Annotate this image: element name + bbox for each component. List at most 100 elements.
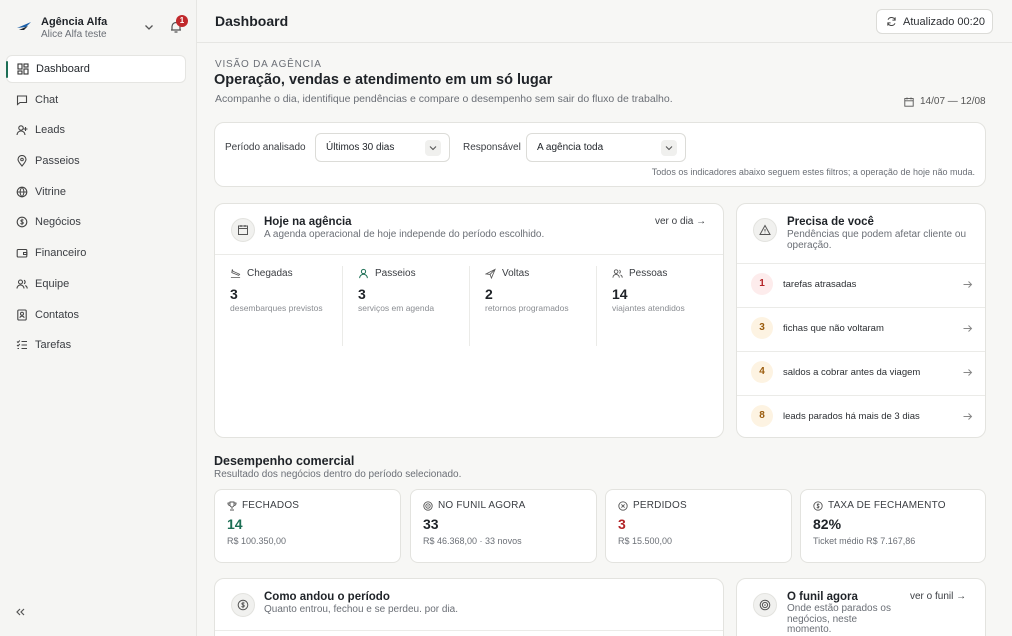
chevron-down-icon [661,140,677,156]
stat-label: Voltas [485,268,529,279]
refresh-label: Atualizado 00:20 [903,15,985,28]
filters-panel: Período analisado Últimos 30 dias Respon… [214,122,986,187]
stat-desc: serviços em agenda [358,303,435,313]
arrow-right-icon [963,369,973,376]
stat-desc: desembarques previstos [230,303,323,313]
kpi-value: 33 [423,516,439,532]
sidebar-item-label: Negócios [35,216,81,229]
users-icon [16,279,28,289]
period-value: Últimos 30 dias [326,142,395,153]
task-count: 8 [751,405,773,427]
dollar-icon [813,500,823,511]
agency-logo-icon [17,22,31,30]
task-row-balances[interactable]: 4 saldos a cobrar antes da viagem [737,351,985,395]
stat-value: 3 [230,286,238,302]
sidebar-item-label: Vitrine [35,185,66,198]
stat-label: Chegadas [230,268,293,279]
stat-desc: retornos programados [485,303,569,313]
kpi-label: PERDIDOS [618,500,687,511]
x-circle-icon [618,500,628,511]
chevron-down-icon[interactable] [143,21,155,33]
stat-returns: Voltas 2 retornos programados [469,266,596,346]
collapse-sidebar-icon[interactable] [14,606,26,618]
user-name: Alice Alfa teste [41,29,107,40]
sidebar-item-equipe[interactable]: Equipe [6,270,186,298]
today-card: Hoje na agência A agenda operacional de … [214,203,724,438]
top-bar: Dashboard Atualizado 00:20 [197,0,1012,43]
warning-icon [753,218,777,242]
kpi-funnel[interactable]: NO FUNIL AGORA 33 R$ 46.368,00 · 33 novo… [410,489,597,563]
sidebar-item-negocios[interactable]: Negócios [6,208,186,236]
task-row-overdue[interactable]: 1 tarefas atrasadas [737,263,985,307]
owner-value: A agência toda [537,142,604,153]
date-range-text: 14/07 — 12/08 [920,96,986,107]
task-count: 4 [751,361,773,383]
performance-subtitle: Resultado dos negócios dentro do período… [214,469,462,480]
globe-icon [16,186,28,198]
kpi-sub: R$ 15.500,00 [618,536,673,546]
chevron-down-icon [425,140,441,156]
stat-arrivals: Chegadas 3 desembarques previstos [215,266,342,346]
agency-name: Agência Alfa [41,16,108,28]
sidebar-item-passeios[interactable]: Passeios [6,147,186,175]
sidebar-item-label: Tarefas [35,339,72,352]
funnel-card: O funil agora Onde estão parados os negó… [736,578,986,636]
stat-label: Pessoas [612,268,667,279]
kpi-value: 14 [227,516,243,532]
task-row-forms[interactable]: 3 fichas que não voltaram [737,307,985,351]
divider [215,630,723,631]
divider [215,254,723,255]
contacts-icon [17,308,27,321]
today-subtitle: A agenda operacional de hoje independe d… [264,229,545,240]
task-count: 1 [751,273,773,295]
notification-badge: 1 [176,15,188,27]
task-text: tarefas atrasadas [783,279,857,290]
task-text: saldos a cobrar antes da viagem [783,367,921,378]
period-select[interactable]: Últimos 30 dias [315,133,450,162]
today-title: Hoje na agência [264,216,352,228]
owner-select[interactable]: A agência toda [526,133,686,162]
task-text: leads parados há mais de 3 dias [783,411,920,422]
plane-landing-icon [230,269,241,279]
stat-desc: viajantes atendidos [612,303,685,313]
agency-switcher[interactable]: Agência Alfa Alice Alfa teste [12,14,192,42]
view-day-link[interactable]: ver o dia → [655,216,706,227]
sidebar-item-dashboard[interactable]: Dashboard [6,55,186,83]
target-icon [423,500,433,511]
map-pin-icon [17,155,27,167]
user-icon [359,268,368,279]
sidebar: Agência Alfa Alice Alfa teste 1 Dashboar… [0,0,197,636]
attention-card: Precisa de você Pendências que podem afe… [736,203,986,438]
funnel-subtitle: Onde estão parados os negócios, neste mo… [787,603,891,635]
kpi-close-rate[interactable]: TAXA DE FECHAMENTO 82% Ticket médio R$ 7… [800,489,986,563]
calendar-icon [904,97,914,107]
sidebar-item-label: Leads [35,124,65,137]
sidebar-item-leads[interactable]: Leads [6,116,186,144]
date-range: 14/07 — 12/08 [904,96,986,107]
kpi-closed[interactable]: FECHADOS 14 R$ 100.350,00 [214,489,401,563]
filters-note: Todos os indicadores abaixo seguem estes… [651,167,975,177]
kpi-lost[interactable]: PERDIDOS 3 R$ 15.500,00 [605,489,792,563]
kpi-sub: R$ 46.368,00 · 33 novos [423,536,522,546]
sidebar-item-financeiro[interactable]: Financeiro [6,239,186,267]
kpi-sub: R$ 100.350,00 [227,536,287,546]
period-title: Como andou o período [264,591,390,603]
sidebar-item-chat[interactable]: Chat [6,86,186,114]
sidebar-item-label: Contatos [35,308,80,321]
target-icon [753,593,777,617]
sidebar-item-contatos[interactable]: Contatos [6,301,186,329]
arrow-right-icon [963,413,973,420]
sidebar-item-label: Chat [35,93,59,106]
sidebar-item-label: Dashboard [36,63,90,75]
task-row-stale-leads[interactable]: 8 leads parados há mais de 3 dias [737,395,985,439]
sidebar-item-tarefas[interactable]: Tarefas [6,331,186,359]
stat-value: 3 [358,286,366,302]
sidebar-item-vitrine[interactable]: Vitrine [6,178,186,206]
chat-icon [16,95,28,106]
sidebar-nav: Dashboard Chat Leads Passeios Vitrine Ne… [6,55,186,362]
kpi-label: FECHADOS [227,500,299,511]
users-icon [612,269,623,278]
refresh-button[interactable]: Atualizado 00:20 [876,9,993,34]
period-card: Como andou o período Quanto entrou, fech… [214,578,724,636]
view-funnel-link[interactable]: ver o funil → [910,591,966,602]
